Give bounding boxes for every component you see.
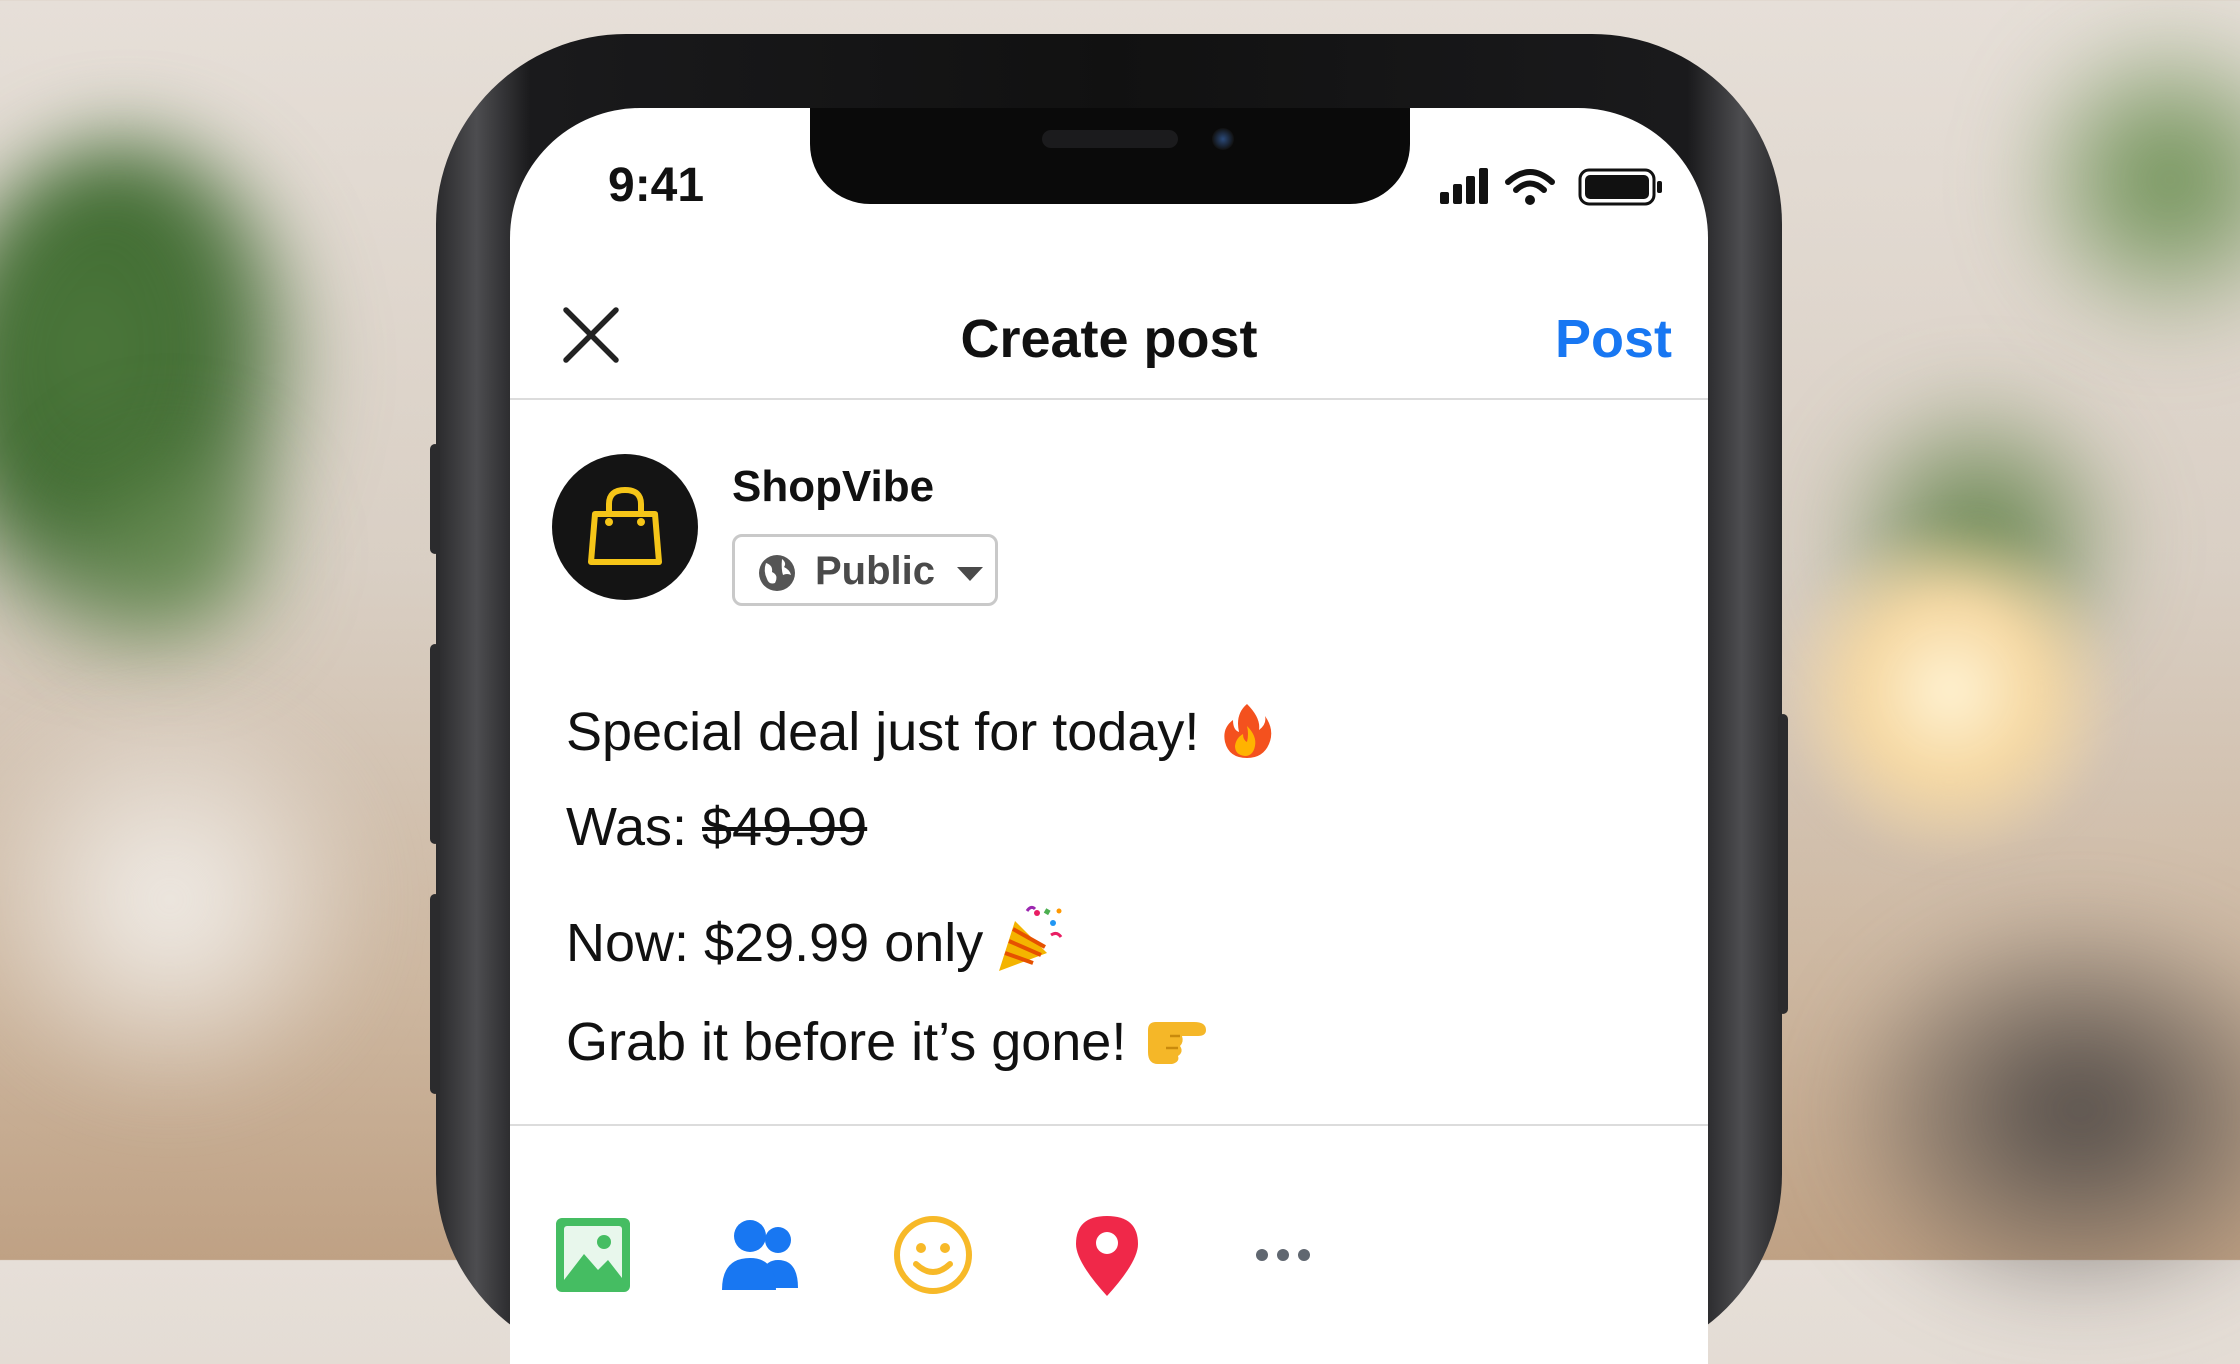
background-lamp [1780, 520, 2120, 860]
post-line[interactable]: Now: $29.99 only [566, 903, 1646, 975]
account-name: ShopVibe [732, 462, 935, 511]
divider [510, 1124, 1708, 1126]
background-plant [40, 420, 300, 680]
phone-frame: 9:41 Create post Post ShopVibe Public Sp… [430, 34, 1788, 1364]
more-icon[interactable] [1238, 1210, 1328, 1300]
photo-icon[interactable] [548, 1210, 638, 1300]
post-line-text: Special deal just for today! [566, 702, 1200, 762]
post-line-text: Grab it before it’s gone! [566, 1012, 1127, 1072]
post-line[interactable]: Special deal just for today! [566, 700, 1646, 763]
speaker [1042, 130, 1178, 148]
avatar [552, 454, 698, 600]
background-object [1820, 900, 2240, 1320]
battery-icon [1578, 168, 1662, 206]
phone-volume-down [430, 894, 440, 1094]
phone-mute-switch [430, 444, 440, 554]
phone-screen: 9:41 Create post Post ShopVibe Public Sp… [510, 108, 1708, 1364]
fire-emoji-icon [1224, 704, 1272, 758]
create-post-header: Create post Post [510, 268, 1708, 400]
status-icons [1440, 168, 1662, 206]
front-camera [1212, 128, 1234, 150]
page-title: Create post [960, 309, 1258, 369]
audience-label: Public [815, 549, 936, 593]
phone-power-button [1778, 714, 1788, 1014]
phone-volume-up [430, 644, 440, 844]
tag-people-icon[interactable] [716, 1210, 806, 1300]
status-time: 9:41 [608, 159, 705, 212]
background-plant [2020, 0, 2240, 360]
background-pot [0, 690, 380, 1110]
chevron-down-icon [957, 567, 983, 581]
cellular-signal-icon [1440, 168, 1488, 204]
old-price: $49.99 [702, 797, 868, 857]
post-line-text: Now: $29.99 only [566, 913, 984, 973]
post-line-text: Was: [566, 797, 687, 857]
notch [810, 108, 1410, 204]
shopping-bag-icon [588, 486, 662, 565]
globe-icon [759, 555, 795, 591]
post-line[interactable]: Was: $49.99 [566, 796, 1646, 858]
post-line[interactable]: Grab it before it’s gone! [566, 1008, 1646, 1073]
pointing-right-emoji-icon [1148, 1022, 1207, 1064]
post-button[interactable]: Post [1555, 308, 1672, 370]
party-popper-emoji-icon [999, 905, 1063, 971]
location-icon[interactable] [1062, 1210, 1152, 1300]
feeling-icon[interactable] [888, 1210, 978, 1300]
post-toolbar [510, 1128, 1708, 1364]
audience-selector[interactable]: Public [732, 534, 998, 606]
wifi-icon [1505, 169, 1555, 205]
